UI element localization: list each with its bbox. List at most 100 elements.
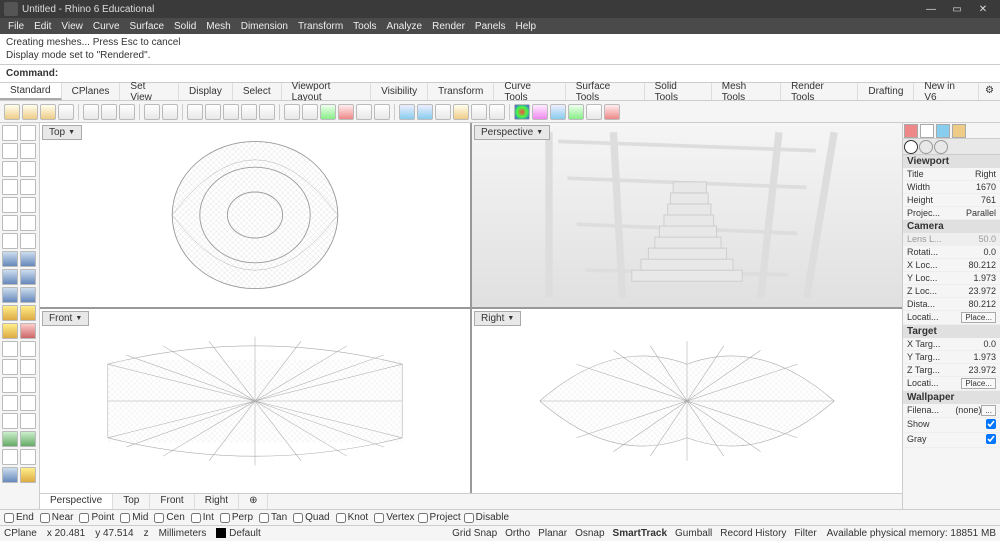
copy-tool-icon[interactable] [20, 341, 36, 357]
wallpaper-show-row[interactable]: Show [903, 418, 1000, 433]
tab-transform[interactable]: Transform [428, 83, 494, 100]
viewport-front[interactable]: Front▼ [40, 309, 470, 493]
viewport-label-perspective[interactable]: Perspective▼ [474, 125, 550, 140]
rotate-icon[interactable] [205, 104, 221, 120]
status-toggle-ortho[interactable]: Ortho [505, 528, 530, 539]
new-icon[interactable] [4, 104, 20, 120]
lock-icon[interactable] [471, 104, 487, 120]
light-icon[interactable] [453, 104, 469, 120]
tab-select[interactable]: Select [233, 83, 282, 100]
properties-tab-icon[interactable] [904, 124, 918, 138]
status-toggle-gumball[interactable]: Gumball [675, 528, 712, 539]
tab-render-tools[interactable]: Render Tools [781, 83, 858, 100]
status-toggle-record-history[interactable]: Record History [720, 528, 786, 539]
tab-viewport-layout[interactable]: Viewport Layout [282, 83, 372, 100]
four-view-icon[interactable] [302, 104, 318, 120]
zoom-icon[interactable] [223, 104, 239, 120]
menu-help[interactable]: Help [512, 21, 541, 32]
wallpaper-browse-button[interactable]: ... [981, 405, 996, 416]
revolve-icon[interactable] [20, 323, 36, 339]
prop-row[interactable]: X Targ...0.0 [903, 338, 1000, 351]
vp-tab-add[interactable]: ⊕ [239, 494, 268, 509]
prop-row[interactable]: Projec...Parallel [903, 207, 1000, 220]
box-icon[interactable] [2, 269, 18, 285]
loft-icon[interactable] [20, 305, 36, 321]
menu-solid[interactable]: Solid [170, 21, 200, 32]
render-icon[interactable] [514, 104, 530, 120]
interp-curve-icon[interactable] [20, 179, 36, 195]
conic-icon[interactable] [20, 233, 36, 249]
status-toggle-grid-snap[interactable]: Grid Snap [452, 528, 497, 539]
solid-icon[interactable] [20, 251, 36, 267]
menu-dimension[interactable]: Dimension [237, 21, 292, 32]
prop-row[interactable]: Lens L...50.0 [903, 233, 1000, 246]
undo-icon[interactable] [144, 104, 160, 120]
polygon-icon[interactable] [20, 215, 36, 231]
prop-row[interactable]: Z Loc...23.972 [903, 285, 1000, 298]
osnap-cen[interactable]: Cen [154, 512, 184, 523]
open-icon[interactable] [22, 104, 38, 120]
prop-row[interactable]: Y Targ...1.973 [903, 351, 1000, 364]
help-tab-icon[interactable] [952, 124, 966, 138]
prop-row[interactable]: Locati...Place... [903, 311, 1000, 325]
tabs-gear-icon[interactable]: ⚙ [979, 83, 1000, 100]
osnap-disable[interactable]: Disable [464, 512, 509, 523]
menu-render[interactable]: Render [428, 21, 469, 32]
cone-icon[interactable] [20, 287, 36, 303]
points-icon[interactable] [20, 143, 36, 159]
viewport-label-right[interactable]: Right▼ [474, 311, 521, 326]
layers-tab-icon[interactable] [920, 124, 934, 138]
osnap-quad[interactable]: Quad [293, 512, 329, 523]
point-icon[interactable] [2, 143, 18, 159]
display-tab-icon[interactable] [936, 124, 950, 138]
curve-icon[interactable] [2, 179, 18, 195]
pointer-icon[interactable] [2, 125, 18, 141]
tab-visibility[interactable]: Visibility [371, 83, 428, 100]
array-icon[interactable] [20, 377, 36, 393]
print-icon[interactable] [58, 104, 74, 120]
wireframe-icon[interactable] [550, 104, 566, 120]
menu-mesh[interactable]: Mesh [202, 21, 234, 32]
ghosted-icon[interactable] [568, 104, 584, 120]
tab-solid-tools[interactable]: Solid Tools [645, 83, 712, 100]
prop-row[interactable]: X Loc...80.212 [903, 259, 1000, 272]
hide-icon[interactable] [417, 104, 433, 120]
ellipse-icon[interactable] [2, 233, 18, 249]
osnap-knot[interactable]: Knot [336, 512, 369, 523]
menu-file[interactable]: File [4, 21, 28, 32]
chamfer-icon[interactable] [20, 431, 36, 447]
place-button[interactable]: Place... [961, 312, 996, 323]
wallpaper-gray-checkbox[interactable] [986, 434, 996, 444]
menu-transform[interactable]: Transform [294, 21, 347, 32]
rotate-tool-icon[interactable] [2, 359, 18, 375]
tab-mesh-tools[interactable]: Mesh Tools [712, 83, 781, 100]
vp-tab-top[interactable]: Top [113, 494, 150, 509]
line-icon[interactable] [2, 161, 18, 177]
options-icon[interactable] [586, 104, 602, 120]
tab-surface-tools[interactable]: Surface Tools [566, 83, 645, 100]
render-tool-icon[interactable] [20, 467, 36, 483]
save-icon[interactable] [40, 104, 56, 120]
prop-row[interactable]: Width1670 [903, 181, 1000, 194]
move-icon[interactable] [2, 341, 18, 357]
wallpaper-gray-row[interactable]: Gray [903, 433, 1000, 448]
menu-view[interactable]: View [57, 21, 87, 32]
status-layer[interactable]: Default [216, 528, 260, 539]
named-view-icon[interactable] [320, 104, 336, 120]
menu-tools[interactable]: Tools [349, 21, 380, 32]
cylinder-icon[interactable] [2, 287, 18, 303]
close-button[interactable]: ✕ [970, 4, 996, 15]
viewport-top[interactable]: Top▼ [40, 123, 470, 307]
menu-analyze[interactable]: Analyze [383, 21, 427, 32]
prop-row[interactable]: TitleRight [903, 168, 1000, 181]
tab-drafting[interactable]: Drafting [858, 83, 914, 100]
prop-row[interactable]: Locati...Place... [903, 377, 1000, 391]
dimension-icon[interactable] [2, 449, 18, 465]
menu-curve[interactable]: Curve [89, 21, 124, 32]
camera-props-icon[interactable] [904, 140, 918, 154]
tab-curve-tools[interactable]: Curve Tools [494, 83, 565, 100]
rectangle-icon[interactable] [2, 215, 18, 231]
show-icon[interactable] [435, 104, 451, 120]
prop-row[interactable]: Dista...80.212 [903, 298, 1000, 311]
fillet-icon[interactable] [2, 431, 18, 447]
